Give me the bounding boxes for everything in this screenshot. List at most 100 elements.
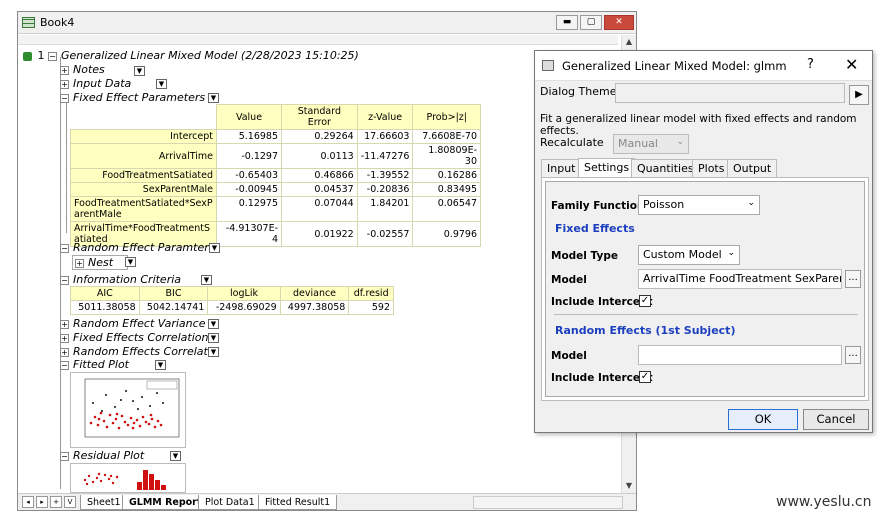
residual-plot-thumbnail[interactable] bbox=[70, 463, 186, 493]
workbook-titlebar: Book4 ▬ ▢ ✕ bbox=[18, 12, 636, 34]
chevron-down-icon[interactable]: ▼ bbox=[208, 333, 219, 343]
node-fitted-plot[interactable]: − Fitted Plot bbox=[60, 358, 129, 371]
workbook-title: Book4 bbox=[40, 16, 75, 29]
maximize-button[interactable]: ▢ bbox=[580, 15, 602, 30]
table-header: logLik bbox=[207, 286, 281, 301]
fixed-effects-header: Fixed Effects bbox=[555, 222, 635, 235]
expand-icon[interactable]: + bbox=[75, 258, 84, 268]
collapse-icon[interactable]: − bbox=[60, 275, 69, 285]
model-label: Model bbox=[551, 274, 587, 286]
minimize-button[interactable]: ▬ bbox=[556, 15, 578, 30]
watermark: www.yeslu.cn bbox=[776, 494, 872, 510]
node-fixed-effect-parameters[interactable]: − Fixed Effect Parameters bbox=[60, 91, 205, 104]
random-model-browse-button[interactable]: ... bbox=[845, 346, 861, 364]
random-model-field[interactable] bbox=[638, 345, 842, 365]
chevron-down-icon: ⌄ bbox=[727, 248, 735, 258]
expand-icon[interactable]: + bbox=[60, 319, 69, 329]
cancel-button[interactable]: Cancel bbox=[803, 409, 869, 430]
dialog-close-button[interactable]: ✕ bbox=[845, 55, 858, 74]
chevron-down-icon[interactable]: ▼ bbox=[134, 66, 145, 76]
expand-icon[interactable]: + bbox=[60, 79, 69, 89]
expand-icon[interactable]: + bbox=[60, 333, 69, 343]
node-random-effect-parameters[interactable]: − Random Effect Paramters bbox=[60, 241, 214, 254]
model-type-select[interactable]: Custom Model ⌄ bbox=[638, 245, 740, 265]
table-header: df.resid bbox=[348, 286, 394, 301]
chevron-down-icon[interactable]: ▼ bbox=[208, 347, 219, 357]
glmm-dialog: Generalized Linear Mixed Model: glmm ? ✕… bbox=[534, 50, 873, 433]
node-fixed-effects-correlation[interactable]: + Fixed Effects Correlation bbox=[60, 331, 208, 344]
dialog-description: Fit a generalized linear model with fixe… bbox=[540, 113, 857, 137]
chevron-down-icon[interactable]: ▼ bbox=[125, 257, 136, 267]
chevron-down-icon[interactable]: ▼ bbox=[622, 479, 636, 493]
node-residual-plot[interactable]: − Residual Plot bbox=[60, 449, 144, 462]
model-field[interactable]: ArrivalTime FoodTreatment SexParent Fo bbox=[638, 269, 842, 289]
chevron-up-icon[interactable]: ▲ bbox=[622, 35, 636, 49]
tab-nav-next[interactable]: ▸ bbox=[36, 496, 48, 508]
include-intercept-random-checkbox[interactable]: ✓ bbox=[639, 371, 651, 383]
chevron-down-icon[interactable]: ▼ bbox=[170, 451, 181, 461]
tab-output[interactable]: Output bbox=[727, 159, 778, 177]
table-header: Standard Error bbox=[281, 104, 358, 130]
dialog-theme-field[interactable] bbox=[615, 83, 845, 103]
chevron-down-icon: ⌄ bbox=[676, 137, 684, 147]
tab-fitted-result1[interactable]: Fitted Result1 bbox=[258, 495, 338, 510]
collapse-icon[interactable]: − bbox=[48, 51, 57, 61]
dialog-theme-menu-button[interactable]: ▶ bbox=[849, 85, 869, 105]
settings-panel: Family Function Poisson ⌄ Fixed Effects … bbox=[541, 177, 869, 401]
expand-icon[interactable]: + bbox=[60, 65, 69, 75]
chevron-down-icon[interactable]: ▼ bbox=[156, 79, 167, 89]
chevron-down-icon: ⌄ bbox=[747, 198, 755, 208]
tab-settings[interactable]: Settings bbox=[578, 158, 636, 177]
chevron-down-icon[interactable]: ▼ bbox=[208, 319, 219, 329]
tab-quantities[interactable]: Quantities bbox=[631, 159, 700, 177]
collapse-icon[interactable]: − bbox=[60, 451, 69, 461]
node-information-criteria[interactable]: − Information Criteria bbox=[60, 273, 181, 286]
node-nest[interactable]: + Nest bbox=[72, 255, 129, 270]
fitted-plot-graphic bbox=[84, 378, 180, 438]
report-root-row[interactable]: 1 − Generalized Linear Mixed Model (2/28/… bbox=[23, 49, 359, 62]
collapse-icon[interactable]: − bbox=[60, 93, 69, 103]
column-header-strip bbox=[18, 35, 618, 45]
horizontal-scrollbar[interactable] bbox=[473, 496, 623, 509]
table-header: AIC bbox=[70, 286, 140, 301]
tab-input[interactable]: Input bbox=[541, 159, 582, 177]
node-random-effect-variance[interactable]: + Random Effect Variance bbox=[60, 317, 205, 330]
table-header: z-Value bbox=[356, 104, 414, 130]
expand-icon[interactable]: + bbox=[60, 347, 69, 357]
tab-nav-add[interactable]: + bbox=[50, 496, 62, 508]
node-input-data[interactable]: + Input Data bbox=[60, 77, 131, 90]
table-row: Intercept 5.16985 0.29264 17.66603 7.660… bbox=[70, 129, 481, 144]
random-model-label: Model bbox=[551, 350, 587, 362]
chevron-down-icon[interactable]: ▼ bbox=[209, 243, 220, 253]
residual-plot-graphic bbox=[83, 470, 166, 490]
family-function-select[interactable]: Poisson ⌄ bbox=[638, 195, 760, 215]
dialog-icon bbox=[542, 60, 554, 71]
recalculate-label: Recalculate bbox=[540, 136, 604, 149]
tab-plots[interactable]: Plots bbox=[692, 159, 731, 177]
dialog-titlebar: Generalized Linear Mixed Model: glmm ? ✕ bbox=[535, 51, 872, 81]
table-row: 5011.38058 5042.14741 -2498.69029 4997.3… bbox=[70, 300, 394, 315]
recalculate-select[interactable]: Manual ⌄ bbox=[613, 134, 689, 154]
collapse-icon[interactable]: − bbox=[60, 243, 69, 253]
root-title: Generalized Linear Mixed Model (2/28/202… bbox=[61, 49, 359, 62]
tab-glmm-report[interactable]: GLMM Report bbox=[122, 495, 209, 510]
node-notes[interactable]: + Notes bbox=[60, 63, 105, 76]
tab-nav-menu[interactable]: V bbox=[64, 496, 76, 508]
tab-plot-data1[interactable]: Plot Data1 bbox=[198, 495, 262, 510]
table-row: FoodTreatmentSatiated -0.65403 0.46866 -… bbox=[70, 168, 481, 183]
model-browse-button[interactable]: ... bbox=[845, 270, 861, 288]
tab-nav-prev[interactable]: ◂ bbox=[22, 496, 34, 508]
ok-button[interactable]: OK bbox=[728, 409, 798, 430]
node-random-effects-correlation[interactable]: + Random Effects Correlatio bbox=[60, 345, 218, 358]
chevron-down-icon[interactable]: ▼ bbox=[155, 360, 166, 370]
tab-sheet1[interactable]: Sheet1 bbox=[80, 495, 128, 510]
help-button[interactable]: ? bbox=[807, 57, 814, 72]
workbook-icon bbox=[22, 17, 35, 28]
fitted-plot-thumbnail[interactable] bbox=[70, 372, 186, 448]
chevron-down-icon[interactable]: ▼ bbox=[208, 93, 219, 103]
chevron-down-icon[interactable]: ▼ bbox=[201, 275, 212, 285]
collapse-icon[interactable]: − bbox=[60, 360, 69, 370]
include-intercept-fixed-checkbox[interactable]: ✓ bbox=[639, 295, 651, 307]
tree-line bbox=[66, 103, 67, 233]
close-button[interactable]: ✕ bbox=[604, 15, 634, 30]
